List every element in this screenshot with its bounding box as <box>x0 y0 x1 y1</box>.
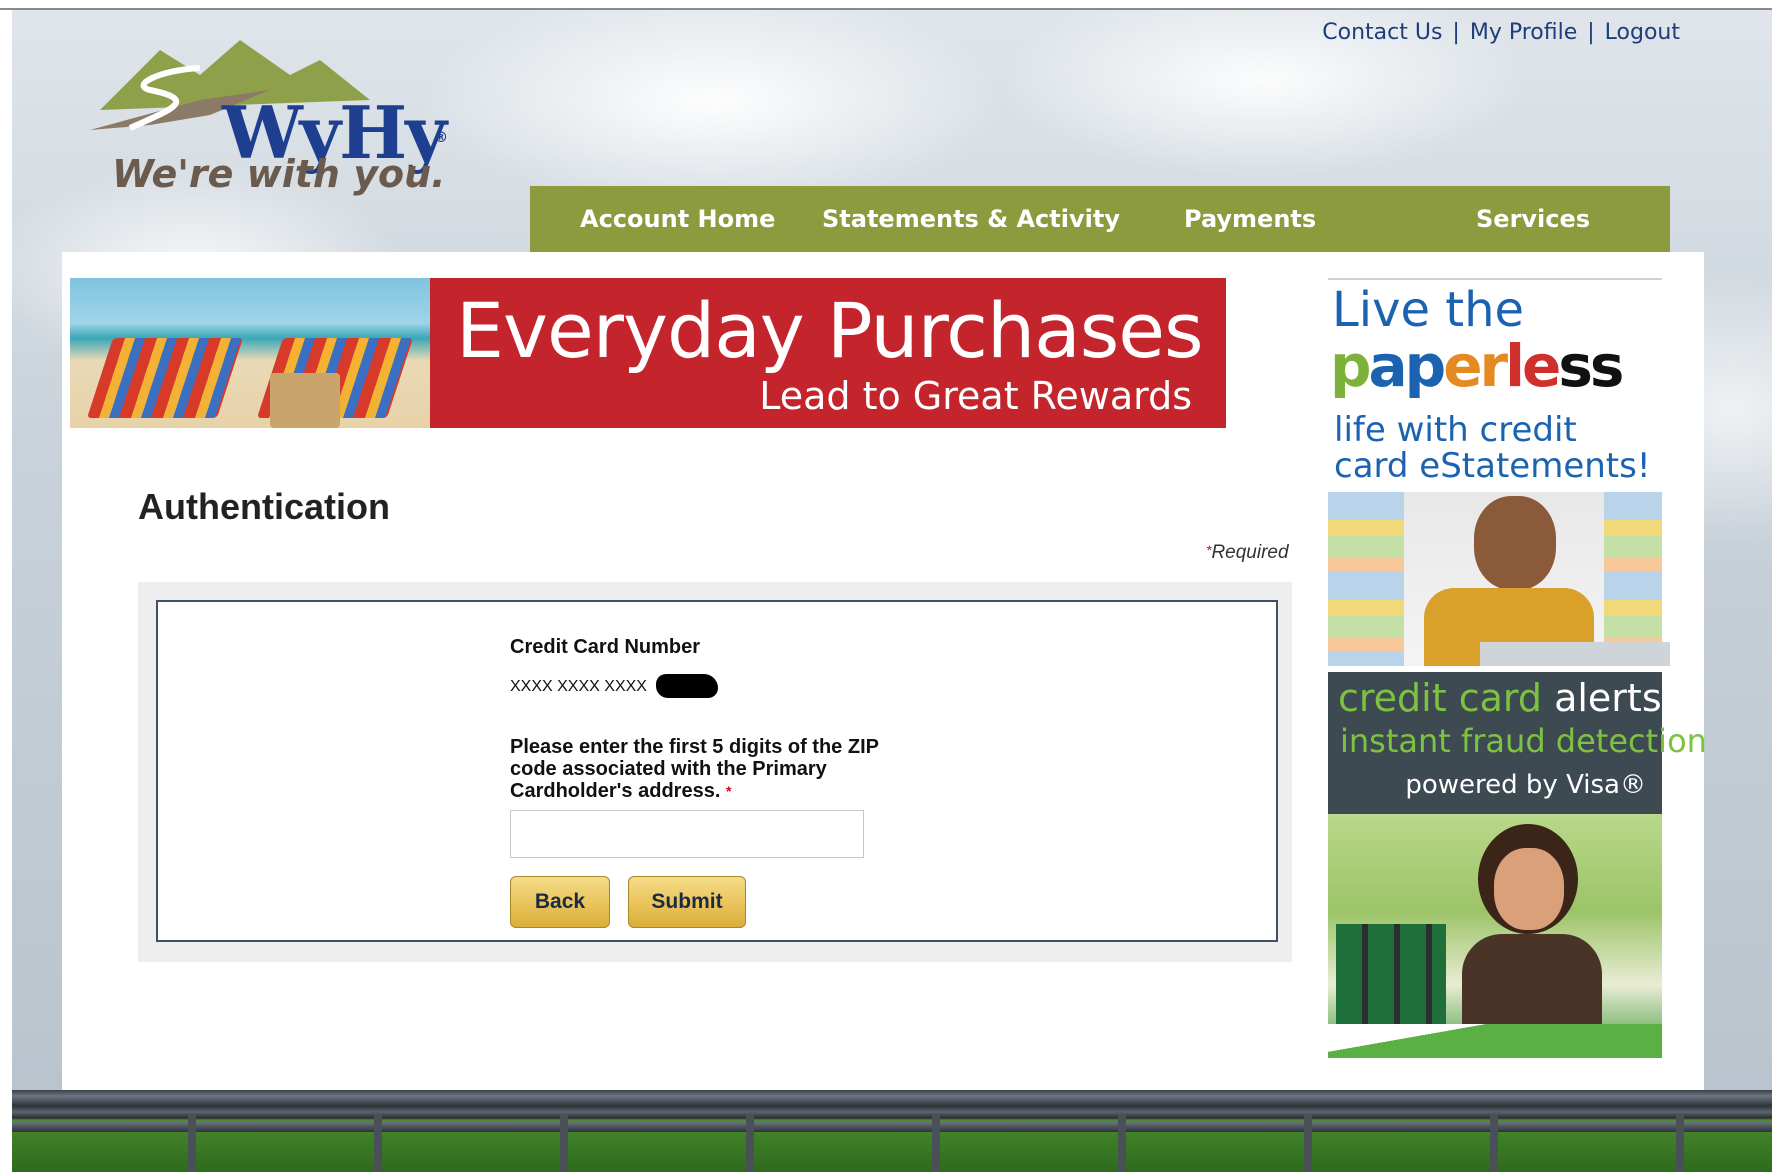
zip-prompt-label: Please enter the first 5 digits of the Z… <box>510 736 890 802</box>
person-illustration <box>1404 492 1670 666</box>
logo-tagline: We're with you. <box>112 152 446 196</box>
card-number-label: Credit Card Number <box>510 636 701 658</box>
woman-laptop-photo <box>1328 492 1670 666</box>
my-profile-link[interactable]: My Profile <box>1470 20 1577 45</box>
ad2-powered-by: powered by Visa® <box>1405 770 1646 800</box>
laptop-icon <box>1480 642 1670 666</box>
ad1-subtext: life with credit card eStatements! <box>1334 412 1650 484</box>
nav-account-home[interactable]: Account Home <box>580 205 775 233</box>
banner-subtitle: Lead to Great Rewards <box>759 374 1192 418</box>
auth-form-container: Credit Card Number XXXX XXXX XXXX Please… <box>138 582 1292 962</box>
ad1-subtext-line2: card eStatements! <box>1334 446 1651 486</box>
submit-button[interactable]: Submit <box>628 876 746 928</box>
clothing-rack-icon <box>1336 924 1446 1024</box>
ad1-headline: Live the <box>1332 282 1525 338</box>
card-number-masked: XXXX XXXX XXXX <box>510 678 647 695</box>
browser-top-strip <box>0 0 1772 10</box>
zip-prompt-text: Please enter the first 5 digits of the Z… <box>510 736 879 802</box>
link-separator: | <box>1452 20 1460 45</box>
shopping-woman-photo[interactable] <box>1328 814 1662 1058</box>
required-label: Required <box>1211 542 1289 563</box>
wyhy-logo[interactable]: WyHy ® We're with you. <box>90 30 470 205</box>
paperless-part: p <box>1330 332 1371 400</box>
banner-title: Everyday Purchases <box>456 286 1204 375</box>
ad2-headline-white: alerts <box>1554 676 1662 720</box>
utility-links: Contact Us | My Profile | Logout <box>1322 20 1680 45</box>
page-title: Authentication <box>138 486 390 527</box>
nav-payments[interactable]: Payments <box>1184 205 1316 233</box>
banner-text-area: Everyday Purchases Lead to Great Rewards <box>430 278 1226 428</box>
face-shape <box>1474 496 1556 590</box>
beach-chair-icon <box>87 338 243 418</box>
paperless-part: er <box>1443 332 1508 400</box>
back-button[interactable]: Back <box>510 876 610 928</box>
ad1-subtext-line1: life with credit <box>1334 410 1577 450</box>
nav-services[interactable]: Services <box>1476 205 1590 233</box>
fence-posts <box>12 1114 1772 1172</box>
redaction-mark <box>656 674 718 698</box>
main-nav: Account Home Statements & Activity Payme… <box>530 186 1670 252</box>
beach-chairs-photo <box>70 278 430 428</box>
shopping-bag-icon <box>270 373 340 428</box>
ad2-headline: credit card alerts <box>1338 676 1662 720</box>
green-stripe-decoration <box>1328 1024 1662 1058</box>
nav-statements-activity[interactable]: Statements & Activity <box>822 205 1120 233</box>
logout-link[interactable]: Logout <box>1605 20 1680 45</box>
link-separator: | <box>1587 20 1595 45</box>
auth-form: Credit Card Number XXXX XXXX XXXX Please… <box>156 600 1278 942</box>
paperless-part: ap <box>1368 332 1447 400</box>
ad2-headline-green: credit card <box>1338 676 1542 720</box>
paperless-estatements-ad[interactable]: Live the paperless life with credit card… <box>1328 278 1670 666</box>
face-shape <box>1494 848 1564 930</box>
credit-card-alerts-ad[interactable]: credit card alerts instant fraud detecti… <box>1328 672 1707 814</box>
contact-us-link[interactable]: Contact Us <box>1322 20 1442 45</box>
woman-illustration <box>1458 824 1608 1058</box>
required-note: *Required <box>1206 542 1289 564</box>
paperless-part: le <box>1505 332 1561 400</box>
ad2-subheadline: instant fraud detection <box>1340 722 1707 760</box>
ad1-paperless-word: paperless <box>1330 332 1624 400</box>
paperless-part: ss <box>1558 332 1624 400</box>
zip-required-star: * <box>725 783 732 799</box>
content-panel: Everyday Purchases Lead to Great Rewards… <box>62 252 1707 1092</box>
rewards-banner[interactable]: Everyday Purchases Lead to Great Rewards <box>70 278 1226 428</box>
zip-input[interactable] <box>510 810 864 858</box>
registered-mark-icon: ® <box>434 130 448 146</box>
